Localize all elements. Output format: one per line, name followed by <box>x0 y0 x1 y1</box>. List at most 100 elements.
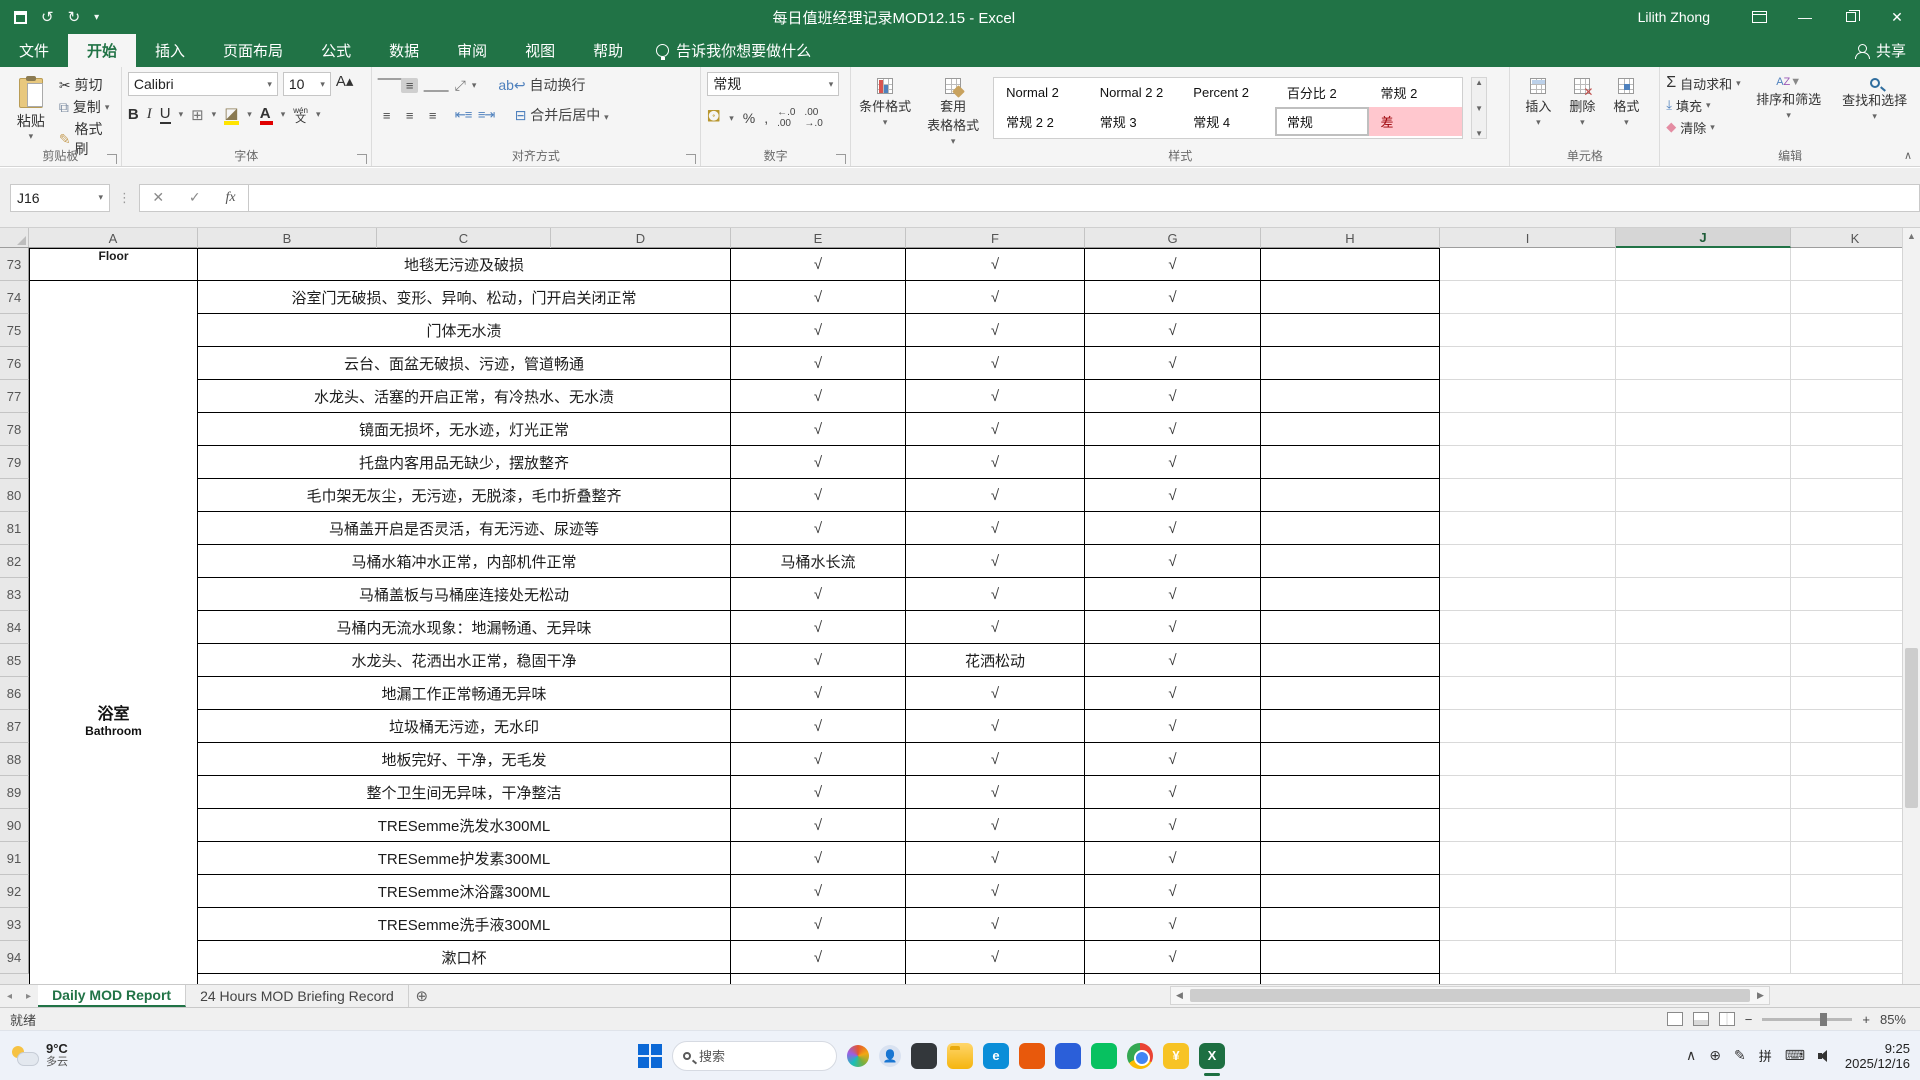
ribbon-tab-页面布局[interactable]: 页面布局 <box>204 34 302 67</box>
cell-e-76[interactable]: √ <box>731 347 906 380</box>
cell-g-75[interactable]: √ <box>1085 314 1261 347</box>
font-dialog-launcher[interactable] <box>356 154 367 164</box>
cell-item-78[interactable]: 镜面无损坏，无水迹，灯光正常 <box>198 413 731 446</box>
align-center-icon[interactable]: ≡ <box>401 108 418 123</box>
ribbon-tab-数据[interactable]: 数据 <box>370 34 438 67</box>
ribbon-tab-开始[interactable]: 开始 <box>68 34 137 67</box>
name-box[interactable]: J16 ▾ <box>10 183 110 212</box>
column-header-K[interactable]: K <box>1791 228 1920 248</box>
cell-g-87[interactable]: √ <box>1085 710 1261 743</box>
cell-j-88[interactable] <box>1616 743 1791 776</box>
cell-f-90[interactable]: √ <box>906 809 1085 842</box>
cell-g-94[interactable]: √ <box>1085 941 1261 974</box>
cell-i-86[interactable] <box>1440 677 1616 710</box>
decrease-indent-icon[interactable]: ⇤≡ <box>455 107 472 123</box>
cell-f-87[interactable]: √ <box>906 710 1085 743</box>
cell-i-79[interactable] <box>1440 446 1616 479</box>
undo-icon[interactable]: ↺ <box>41 8 54 26</box>
cell-a-91[interactable] <box>29 842 198 875</box>
taskbar-app-edge[interactable]: e <box>983 1042 1009 1069</box>
vertical-scroll-thumb[interactable] <box>1905 648 1918 808</box>
collapse-ribbon-icon[interactable]: ∧ <box>1904 149 1912 162</box>
cell-h-90[interactable] <box>1261 809 1440 842</box>
cell-i-77[interactable] <box>1440 380 1616 413</box>
cell-g-78[interactable]: √ <box>1085 413 1261 446</box>
cell-h-89[interactable] <box>1261 776 1440 809</box>
cell-a-78[interactable] <box>29 413 198 446</box>
cell-item-93[interactable]: TRESemme洗手液300ML <box>198 908 731 941</box>
cell-k-75[interactable] <box>1791 314 1920 347</box>
cell-j-92[interactable] <box>1616 875 1791 908</box>
row-header-82[interactable]: 82 <box>0 545 29 578</box>
merge-center-button[interactable]: ⊟ 合并后居中 ▾ <box>515 105 609 125</box>
cell-e-81[interactable]: √ <box>731 512 906 545</box>
cell-a-80[interactable] <box>29 479 198 512</box>
cell-i-76[interactable] <box>1440 347 1616 380</box>
cell-a-89[interactable] <box>29 776 198 809</box>
cell-k-86[interactable] <box>1791 677 1920 710</box>
formula-input[interactable] <box>249 183 1920 212</box>
clock[interactable]: 9:25 2025/12/16 <box>1845 1041 1910 1071</box>
cell-a-73[interactable]: Floor <box>29 248 198 281</box>
format-as-table-button[interactable]: 套用 表格格式 ▾ <box>921 72 985 148</box>
cell-item-94[interactable]: 漱口杯 <box>198 941 731 974</box>
column-header-A[interactable]: A <box>29 228 198 248</box>
cell-item-85[interactable]: 水龙头、花洒出水正常，稳固干净 <box>198 644 731 677</box>
taskbar-app-file-explorer[interactable] <box>947 1042 973 1069</box>
ribbon-tab-审阅[interactable]: 审阅 <box>438 34 506 67</box>
cell-k-79[interactable] <box>1791 446 1920 479</box>
wrap-text-button[interactable]: ab↩ 自动换行 <box>498 75 585 95</box>
start-button[interactable] <box>638 1043 662 1068</box>
cell-style-chip[interactable]: 常规 2 2 <box>994 107 1088 136</box>
cell-a-77[interactable] <box>29 380 198 413</box>
zoom-out-icon[interactable]: − <box>1745 1012 1753 1027</box>
cell-h-78[interactable] <box>1261 413 1440 446</box>
cell-g-84[interactable]: √ <box>1085 611 1261 644</box>
cell-k-94[interactable] <box>1791 941 1920 974</box>
cell-h-83[interactable] <box>1261 578 1440 611</box>
close-button[interactable]: ✕ <box>1874 0 1920 34</box>
cell-item-86[interactable]: 地漏工作正常畅通无异味 <box>198 677 731 710</box>
cell-style-chip[interactable]: 常规 2 <box>1369 78 1463 107</box>
cell-f-88[interactable]: √ <box>906 743 1085 776</box>
copy-button[interactable]: ⧉ 复制 ▾ <box>56 96 117 118</box>
taskbar-search-box[interactable]: 搜索 <box>672 1040 837 1071</box>
scroll-up-icon[interactable]: ▲ <box>1903 228 1920 244</box>
ribbon-tab-插入[interactable]: 插入 <box>136 34 204 67</box>
align-right-icon[interactable]: ≡ <box>424 108 441 123</box>
row-header-74[interactable]: 74 <box>0 281 29 314</box>
cell-f-85[interactable]: 花洒松动 <box>906 644 1085 677</box>
cell-item-83[interactable]: 马桶盖板与马桶座连接处无松动 <box>198 578 731 611</box>
cell-j-79[interactable] <box>1616 446 1791 479</box>
cell-f-81[interactable]: √ <box>906 512 1085 545</box>
confirm-entry-icon[interactable]: ✓ <box>189 189 201 206</box>
cell-item-88[interactable]: 地板完好、干净，无毛发 <box>198 743 731 776</box>
taskbar-app-app-green[interactable] <box>1091 1042 1117 1069</box>
number-format-combo[interactable]: 常规 ▾ <box>707 72 840 96</box>
customize-qat-icon[interactable]: ▾ <box>94 12 99 23</box>
cell-a-92[interactable] <box>29 875 198 908</box>
cell-k-83[interactable] <box>1791 578 1920 611</box>
cell-i-89[interactable] <box>1440 776 1616 809</box>
cell-style-chip[interactable]: 差 <box>1368 107 1463 136</box>
cell-item-87[interactable]: 垃圾桶无污迹，无水印 <box>198 710 731 743</box>
cell-style-chip[interactable]: Normal 2 <box>994 78 1088 107</box>
font-name-combo[interactable]: Calibri ▾ <box>127 72 278 96</box>
column-header-D[interactable]: D <box>551 228 731 248</box>
cell-h-92[interactable] <box>1261 875 1440 908</box>
cell-k-77[interactable] <box>1791 380 1920 413</box>
cell-i-91[interactable] <box>1440 842 1616 875</box>
ribbon-tab-视图[interactable]: 视图 <box>506 34 574 67</box>
taskbar-app-app-dark[interactable] <box>911 1042 937 1069</box>
cell-f-73[interactable]: √ <box>906 248 1085 281</box>
cell-f-94[interactable]: √ <box>906 941 1085 974</box>
cell-h-76[interactable] <box>1261 347 1440 380</box>
cell-item-73[interactable]: 地毯无污迹及破损 <box>198 248 731 281</box>
cell-g-86[interactable]: √ <box>1085 677 1261 710</box>
cell-a-79[interactable] <box>29 446 198 479</box>
page-break-view-icon[interactable] <box>1718 1012 1735 1026</box>
row-header-79[interactable]: 79 <box>0 446 29 479</box>
cell-g-80[interactable]: √ <box>1085 479 1261 512</box>
column-header-H[interactable]: H <box>1261 228 1440 248</box>
cell-j-73[interactable] <box>1616 248 1791 281</box>
